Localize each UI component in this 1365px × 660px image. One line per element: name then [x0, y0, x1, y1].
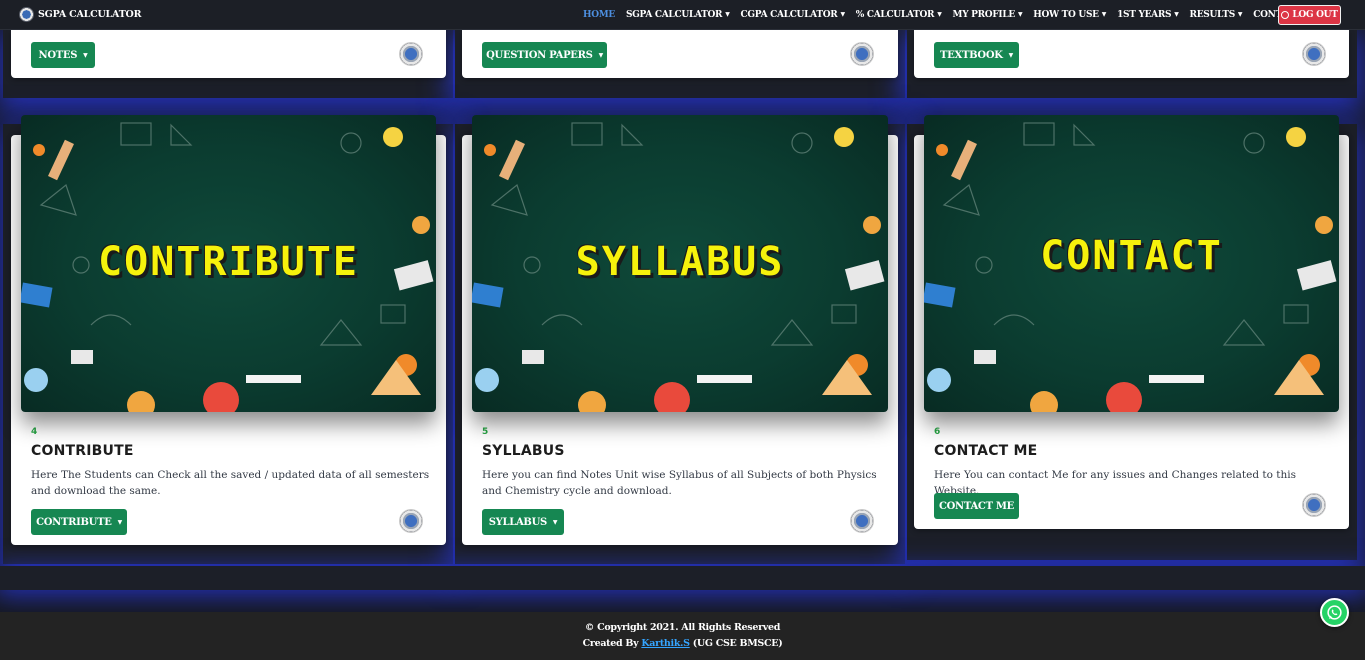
logo-badge-icon: [1303, 43, 1325, 65]
author-link[interactable]: Karthik.S: [641, 638, 690, 649]
nav-how-to-use[interactable]: HOW TO USE ▼: [1033, 10, 1106, 20]
nav-sgpa-calculator[interactable]: SGPA CALCULATOR ▼: [626, 10, 730, 20]
card-title: SYLLABUS: [482, 443, 565, 459]
card-description: Here you can find Notes Unit wise Syllab…: [482, 469, 877, 497]
created-by: Created By Karthik.S (UG CSE BMSCE): [582, 638, 783, 649]
logo-badge-icon: [400, 510, 422, 532]
whatsapp-icon: [1327, 605, 1342, 620]
card-question-papers: QUESTION PAPERS ▼: [462, 30, 898, 78]
logo-badge-icon: [851, 510, 873, 532]
contact-image[interactable]: CONTACT: [924, 115, 1339, 412]
card-number: 5: [482, 427, 489, 437]
nav-links: HOME SGPA CALCULATOR ▼ CGPA CALCULATOR ▼ %…: [583, 0, 1312, 30]
caret-down-icon: ▼: [1174, 11, 1179, 18]
logo-badge-icon: [1303, 494, 1325, 516]
image-caption: SYLLABUS: [575, 239, 785, 285]
question-papers-dropdown-button[interactable]: QUESTION PAPERS ▼: [482, 42, 607, 68]
card-title: CONTACT ME: [934, 443, 1038, 459]
nav-home[interactable]: HOME: [583, 10, 615, 20]
caret-down-icon: ▼: [117, 518, 123, 526]
card-description: Here The Students can Check all the save…: [31, 469, 430, 497]
caret-down-icon: ▼: [598, 51, 604, 59]
caret-down-icon: ▼: [1237, 11, 1243, 18]
nav-cgpa-calculator[interactable]: CGPA CALCULATOR ▼: [741, 10, 846, 20]
caret-down-icon: ▼: [552, 518, 558, 526]
image-caption: CONTACT: [1040, 233, 1223, 279]
nav-1st-years[interactable]: 1ST YEARS ▼: [1117, 10, 1179, 20]
logo-badge-icon: [400, 43, 422, 65]
nav-my-profile[interactable]: MY PROFILE ▼: [953, 10, 1023, 20]
caret-down-icon: ▼: [1017, 11, 1023, 18]
caret-down-icon: ▼: [937, 11, 942, 18]
nav-results[interactable]: RESULTS ▼: [1190, 10, 1243, 20]
image-caption: CONTRIBUTE: [98, 239, 359, 285]
caret-down-icon: ▼: [1101, 11, 1107, 18]
brand-title: SGPA CALCULATOR: [38, 9, 142, 20]
card-textbook: TEXTBOOK ▼: [914, 30, 1349, 78]
card-number: 4: [31, 427, 38, 437]
copyright-text: © Copyright 2021. All Rights Reserved: [584, 622, 781, 633]
brand[interactable]: SGPA CALCULATOR: [19, 7, 142, 22]
bottom-strip: [0, 566, 1365, 590]
power-icon: [1281, 11, 1290, 19]
card-number: 6: [934, 427, 941, 437]
brand-logo-icon: [19, 7, 34, 22]
notes-dropdown-button[interactable]: NOTES ▼: [31, 42, 95, 68]
contribute-dropdown-button[interactable]: CONTRIBUTE ▼: [31, 509, 127, 535]
footer: © Copyright 2021. All Rights Reserved Cr…: [0, 612, 1365, 660]
caret-down-icon: ▼: [83, 51, 88, 59]
whatsapp-chat-button[interactable]: [1320, 598, 1349, 627]
syllabus-dropdown-button[interactable]: SYLLABUS ▼: [482, 509, 564, 535]
textbook-dropdown-button[interactable]: TEXTBOOK ▼: [934, 42, 1019, 68]
card-title: CONTRIBUTE: [31, 443, 134, 459]
nav-percent-calculator[interactable]: % CALCULATOR ▼: [856, 10, 942, 20]
logout-label: LOG OUT: [1292, 10, 1338, 20]
top-navbar: SGPA CALCULATOR HOME SGPA CALCULATOR ▼ CG…: [0, 0, 1365, 30]
syllabus-image[interactable]: SYLLABUS: [472, 115, 888, 412]
contact-me-button[interactable]: CONTACT ME: [934, 493, 1019, 519]
caret-down-icon: ▼: [840, 11, 845, 18]
contribute-image[interactable]: CONTRIBUTE: [21, 115, 436, 412]
logo-badge-icon: [851, 43, 873, 65]
caret-down-icon: ▼: [725, 11, 730, 18]
caret-down-icon: ▼: [1008, 51, 1014, 59]
logout-button[interactable]: LOG OUT: [1278, 5, 1341, 25]
card-notes: NOTES ▼: [11, 30, 446, 78]
